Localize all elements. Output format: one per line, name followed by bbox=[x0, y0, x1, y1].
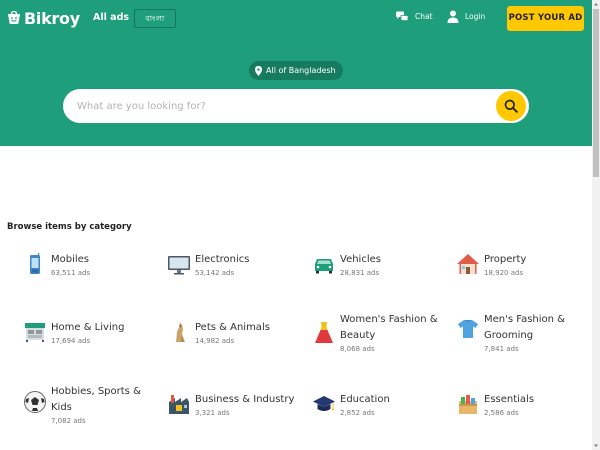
post-your-ad-button[interactable]: POST YOUR AD bbox=[507, 6, 584, 31]
category-count: 14,982 ads bbox=[195, 337, 235, 345]
login-link[interactable]: Login bbox=[447, 10, 485, 23]
browse-section-title: Browse items by category bbox=[7, 222, 132, 232]
category-name: Mobiles bbox=[51, 254, 90, 265]
category-vehicles[interactable]: Vehicles 28,831 ads bbox=[312, 252, 452, 282]
grocery-icon bbox=[459, 395, 477, 414]
top-navbar: Bikroy All ads বাংলা Chat Login POST YOU… bbox=[0, 0, 592, 36]
category-mobiles[interactable]: Mobiles 63,511 ads bbox=[23, 252, 163, 282]
category-electronics[interactable]: Electronics 53,142 ads bbox=[167, 252, 307, 282]
hero-banner: Bikroy All ads বাংলা Chat Login POST YOU… bbox=[0, 0, 592, 146]
all-ads-link[interactable]: All ads bbox=[93, 12, 129, 23]
bikroy-logo-icon bbox=[8, 11, 20, 24]
category-womens-fashion[interactable]: Women's Fashion & Beauty 8,068 ads bbox=[312, 312, 452, 356]
search-bar bbox=[63, 89, 529, 123]
scrollbar-thumb[interactable] bbox=[593, 9, 599, 177]
category-home-living[interactable]: Home & Living 17,694 ads bbox=[23, 320, 163, 350]
location-label: All of Bangladesh bbox=[266, 66, 336, 75]
scroll-down-arrow-icon[interactable] bbox=[592, 442, 600, 450]
category-count: 53,142 ads bbox=[195, 269, 235, 277]
category-count: 2,586 ads bbox=[484, 409, 519, 417]
search-button[interactable] bbox=[496, 91, 526, 121]
category-hobbies-sports-kids[interactable]: Hobbies, Sports & Kids 7,082 ads bbox=[23, 384, 163, 428]
factory-icon bbox=[169, 395, 189, 414]
logo[interactable]: Bikroy bbox=[7, 8, 80, 28]
scroll-up-arrow-icon[interactable] bbox=[592, 0, 600, 8]
category-count: 2,852 ads bbox=[340, 409, 375, 417]
search-icon bbox=[504, 99, 518, 113]
tshirt-icon bbox=[458, 319, 478, 338]
category-name: Pets & Animals bbox=[195, 322, 270, 333]
category-mens-fashion[interactable]: Men's Fashion & Grooming 7,841 ads bbox=[456, 312, 596, 356]
category-pets-animals[interactable]: Pets & Animals 14,982 ads bbox=[167, 320, 307, 350]
category-count: 7,841 ads bbox=[484, 345, 519, 353]
category-name: Vehicles bbox=[340, 254, 381, 265]
football-icon bbox=[24, 391, 46, 413]
category-count: 63,511 ads bbox=[51, 269, 91, 277]
user-icon bbox=[447, 10, 459, 23]
category-name: Home & Living bbox=[51, 322, 125, 333]
monitor-icon bbox=[168, 256, 190, 275]
category-count: 18,920 ads bbox=[484, 269, 524, 277]
category-name: Women's Fashion & Beauty bbox=[340, 314, 438, 341]
category-name: Electronics bbox=[195, 254, 250, 265]
house-icon bbox=[457, 254, 479, 274]
category-essentials[interactable]: Essentials 2,586 ads bbox=[456, 392, 596, 422]
mobile-phone-icon bbox=[30, 253, 40, 274]
category-count: 8,068 ads bbox=[340, 345, 375, 353]
category-name: Business & Industry bbox=[195, 394, 295, 405]
page-scrollbar[interactable] bbox=[592, 0, 600, 450]
location-pin-icon bbox=[255, 65, 262, 76]
category-business-industry[interactable]: Business & Industry 3,321 ads bbox=[167, 392, 307, 422]
logo-text: Bikroy bbox=[24, 8, 80, 28]
pet-icon bbox=[176, 322, 185, 342]
category-name: Hobbies, Sports & Kids bbox=[51, 386, 141, 413]
category-name: Men's Fashion & Grooming bbox=[484, 314, 565, 341]
category-count: 3,321 ads bbox=[195, 409, 230, 417]
car-icon bbox=[315, 259, 333, 274]
chat-label: Chat bbox=[415, 12, 433, 21]
category-count: 28,831 ads bbox=[340, 269, 380, 277]
category-property[interactable]: Property 18,920 ads bbox=[456, 252, 596, 282]
login-label: Login bbox=[465, 12, 486, 21]
category-name: Property bbox=[484, 254, 527, 265]
category-name: Education bbox=[340, 394, 390, 405]
category-education[interactable]: Education 2,852 ads bbox=[312, 392, 452, 422]
chat-link[interactable]: Chat bbox=[395, 11, 433, 22]
dress-icon bbox=[315, 322, 333, 343]
category-count: 7,082 ads bbox=[51, 417, 86, 425]
location-selector[interactable]: All of Bangladesh bbox=[249, 61, 343, 80]
furniture-icon bbox=[25, 323, 45, 342]
graduation-cap-icon bbox=[313, 396, 335, 411]
category-count: 17,694 ads bbox=[51, 337, 91, 345]
category-name: Essentials bbox=[484, 394, 535, 405]
chat-bubbles-icon bbox=[396, 11, 409, 22]
search-input[interactable] bbox=[77, 97, 477, 115]
language-toggle-button[interactable]: বাংলা bbox=[134, 9, 176, 28]
